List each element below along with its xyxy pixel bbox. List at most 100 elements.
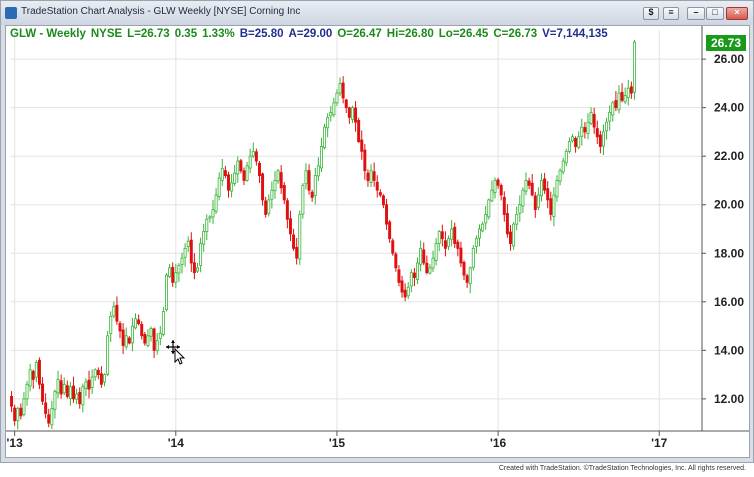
candle-body [199,243,203,266]
candle-body [546,188,550,201]
price-axis[interactable]: 12.00 14.00 16.00 18.00 20.00 22.00 24.00 26.00 [702,52,744,406]
candle-body [310,191,314,198]
candle-body [443,240,447,249]
minimize-button[interactable]: – [687,7,705,20]
move-cursor-icon [166,340,186,365]
candle-body [378,192,382,196]
candle-body [103,374,107,383]
currency-button[interactable]: $ [643,7,659,20]
candle-body [490,189,494,202]
y-tick-label: 12.00 [714,392,744,406]
candle-body [264,200,268,215]
candle-body [447,238,451,247]
candle-body [416,262,420,280]
candle-body [121,329,125,346]
candle-body [279,172,283,189]
header-field: 1.33% [202,28,235,40]
candle-body [56,379,60,394]
candle-body [168,267,172,278]
minimize-icon: – [693,7,699,17]
candle-body [239,160,243,172]
y-tick-label: 22.00 [714,149,744,163]
candle-body [564,150,568,164]
candle-body [118,323,122,332]
candle-body [53,391,57,410]
candle-body [62,383,66,394]
candle-body [267,199,271,214]
candle-body [583,127,587,133]
candle-body [106,335,110,375]
header-field: 0.35 [175,28,198,40]
candle-body [394,253,398,269]
candle-body [611,102,615,116]
candle-body [335,92,339,104]
y-tick-label: 24.00 [714,101,744,115]
candle-body [251,150,255,157]
candle-body [592,113,596,128]
price-chart-panel[interactable]: 12.00 14.00 16.00 18.00 20.00 22.00 24.00 26.00… [5,25,750,458]
y-tick-label: 14.00 [714,343,744,357]
candle-body [13,407,17,422]
candle-body [388,221,392,240]
candle-body [214,194,218,212]
candle-body [481,223,485,232]
candle-body [515,214,519,225]
candle-body [431,257,435,269]
candle-body [41,383,45,402]
header-field: Hi=26.80 [387,28,434,40]
candle-body [586,121,590,135]
candle-body [391,240,395,254]
candle-body [332,102,336,116]
maximize-button[interactable]: □ [706,7,724,20]
candle-body [567,141,571,152]
candle-body [307,170,311,191]
window-menu-button[interactable]: ≡ [663,7,679,20]
candle-body [140,323,144,337]
close-button[interactable]: × [726,7,748,20]
y-tick-label: 26.00 [714,52,744,66]
candle-body [450,228,454,240]
last-price-label: 26.73 [711,36,741,50]
candle-body [316,165,320,177]
candle-body [478,228,481,239]
header-field: V=7,144,135 [542,28,608,40]
candle-body [536,194,540,208]
candle-body [366,172,370,181]
candle-body [505,213,509,235]
candle-body [124,335,128,348]
candle-body [276,170,280,182]
candle-body [127,337,131,344]
candle-body [34,362,38,378]
time-axis[interactable]: '13 '14 '15 '16 '17 [7,431,668,450]
candle-body [558,170,562,182]
menu-icon: ≡ [668,7,674,17]
candle-body [341,82,345,99]
candle-body [158,332,162,339]
candle-body [304,170,308,185]
candle-body [574,138,578,147]
candle-body [385,204,389,225]
header-field: L=26.73 [127,28,170,40]
symbol-header: GLW - Weekly NYSE L=26.73 0.35 1.33% B=25.80 A… [10,28,608,40]
candle-body [620,91,624,101]
candle-body [323,126,327,149]
header-field: NYSE [91,28,123,40]
candlestick-chart[interactable]: 12.00 14.00 16.00 18.00 20.00 22.00 24.00 26.00… [6,26,749,457]
chart-window: TradeStation Chart Analysis - GLW Weekly… [0,0,754,463]
candle-body [146,335,150,346]
candle-body [632,41,636,93]
candle-body [288,218,292,235]
candle-body [242,170,246,181]
candle-body [375,181,379,191]
candle-body [496,179,500,186]
title-bar[interactable]: TradeStation Chart Analysis - GLW Weekly… [1,1,753,25]
candle-body [196,267,199,272]
candle-body [130,325,134,344]
candle-body [257,162,261,177]
candle-body [363,149,367,172]
candle-body [623,95,627,103]
candle-body [155,340,159,351]
candle-body [81,386,85,406]
candle-body [273,180,277,192]
candle-body [354,107,358,123]
